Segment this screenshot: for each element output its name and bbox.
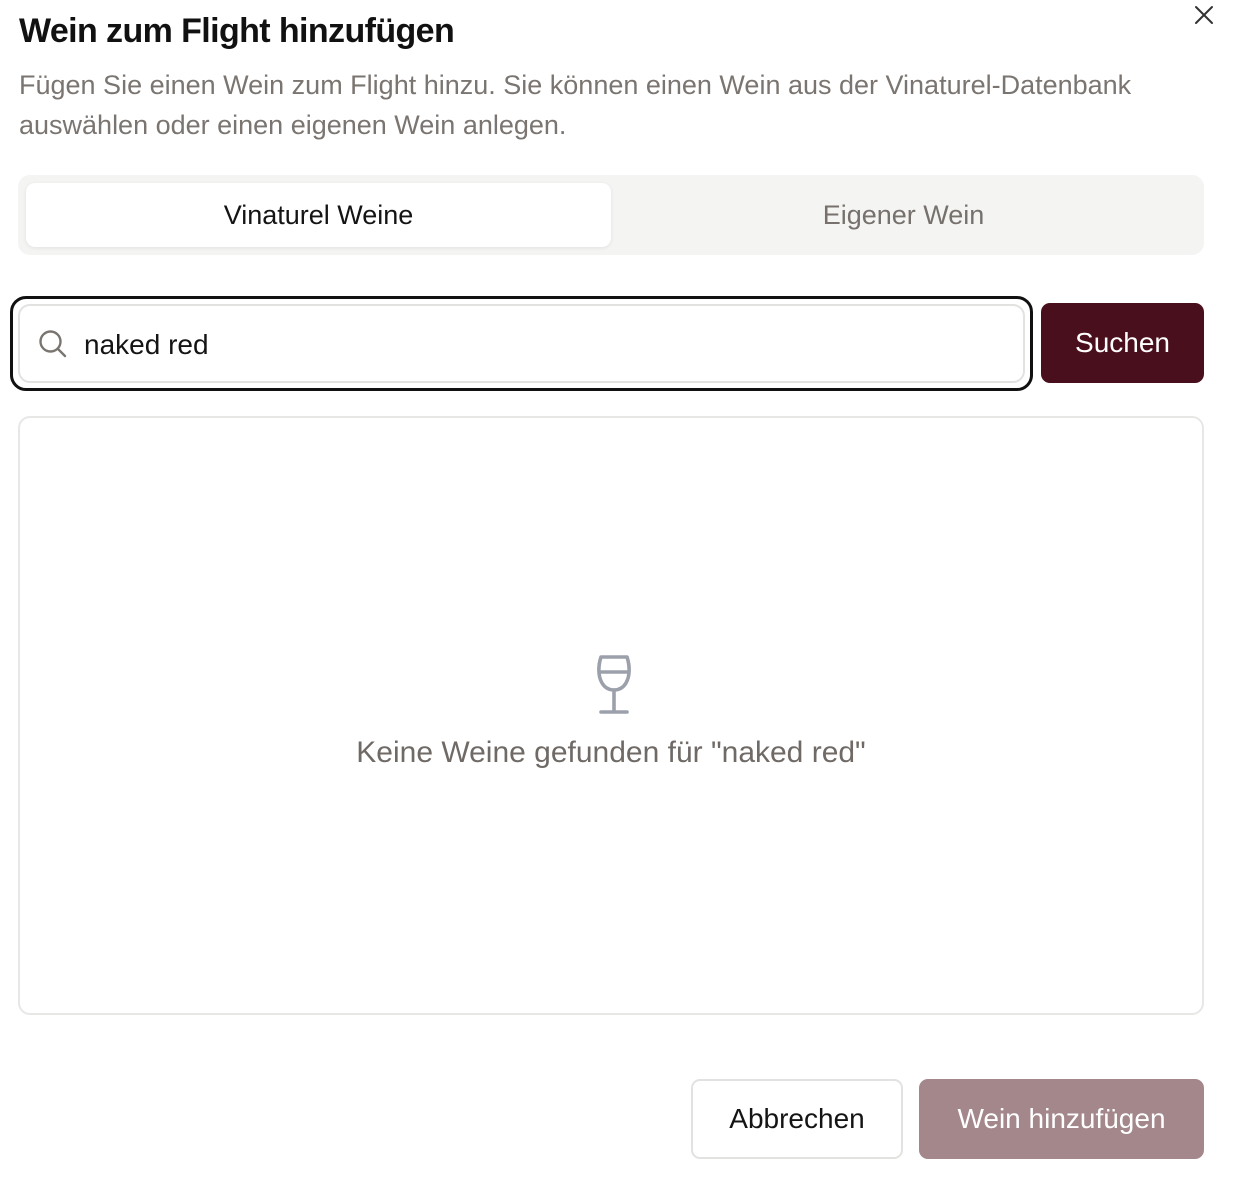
add-wine-button[interactable]: Wein hinzufügen bbox=[919, 1079, 1204, 1159]
dialog-description: Fügen Sie einen Wein zum Flight hinzu. S… bbox=[19, 70, 1132, 140]
results-panel: Keine Weine gefunden für "naked red" bbox=[18, 416, 1204, 1015]
search-field-focus-ring bbox=[10, 296, 1033, 391]
cancel-button[interactable]: Abbrechen bbox=[691, 1079, 903, 1159]
search-input[interactable] bbox=[84, 322, 984, 368]
search-button[interactable]: Suchen bbox=[1041, 303, 1204, 383]
dialog-title: Wein zum Flight hinzufügen bbox=[19, 12, 455, 50]
empty-results-message: Keine Weine gefunden für "naked red" bbox=[356, 736, 866, 769]
close-icon bbox=[1195, 6, 1213, 24]
close-button[interactable] bbox=[1186, 0, 1222, 30]
source-tabs: Vinaturel Weine Eigener Wein bbox=[18, 175, 1204, 255]
add-wine-dialog: Wein zum Flight hinzufügen Fügen Sie ein… bbox=[0, 0, 1238, 1184]
search-field[interactable] bbox=[18, 304, 1025, 383]
tab-vinaturel-wines[interactable]: Vinaturel Weine bbox=[26, 183, 611, 247]
tab-custom-wine[interactable]: Eigener Wein bbox=[611, 183, 1196, 247]
wine-glass-icon bbox=[597, 655, 631, 714]
search-icon bbox=[39, 330, 67, 358]
